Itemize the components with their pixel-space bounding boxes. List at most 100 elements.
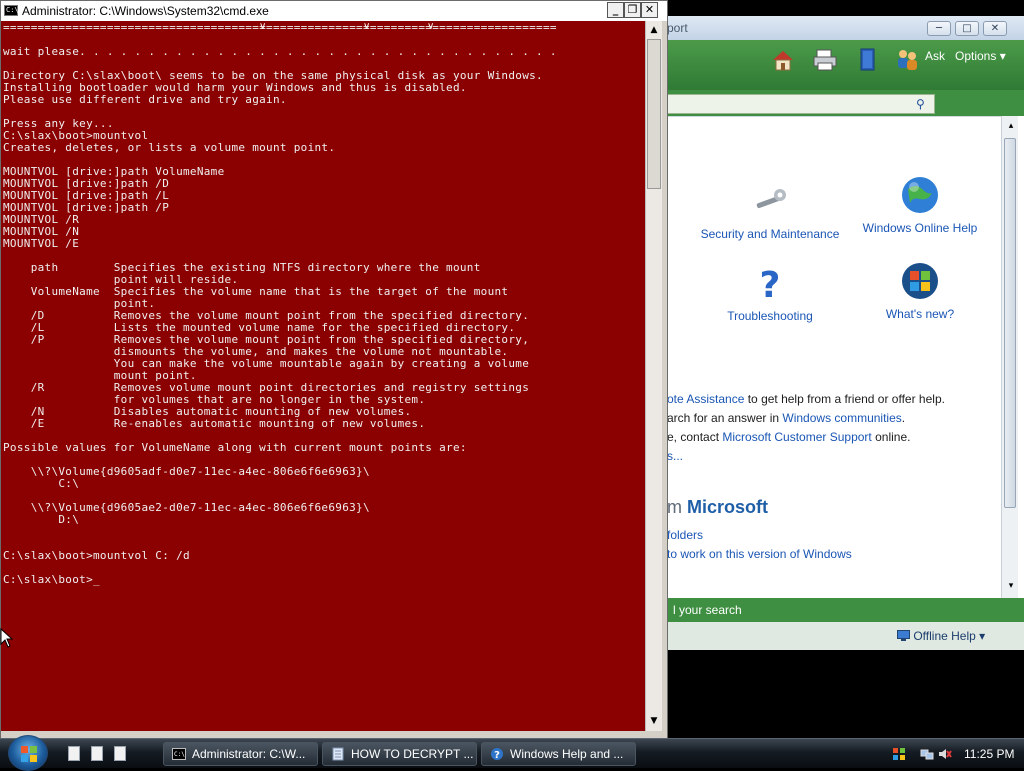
- console-line: D:\: [3, 513, 80, 526]
- help-scroll-thumb[interactable]: [1004, 138, 1016, 508]
- security-center-icon[interactable]: [892, 747, 906, 761]
- help-maximize-button[interactable]: □: [955, 21, 979, 36]
- help-scrollbar[interactable]: ▴ ▾: [1001, 116, 1018, 598]
- chevron-down-icon: ▾: [979, 629, 986, 643]
- system-tray: 11:25 PM: [880, 742, 1024, 766]
- minimize-icon: _: [612, 3, 619, 16]
- taskbar-button-label: HOW TO DECRYPT ...: [351, 747, 474, 761]
- help-line-text: arch for an answer in: [667, 411, 783, 425]
- chevron-down-icon: ▾: [999, 49, 1006, 63]
- heading-text: Microsoft: [687, 497, 769, 517]
- more-support-link[interactable]: s...: [667, 449, 683, 463]
- quicklaunch-document-icon[interactable]: [91, 746, 103, 761]
- console-line: /E Re-enables automatic mounting of new …: [3, 417, 426, 430]
- home-icon[interactable]: [769, 46, 797, 74]
- scroll-down-icon[interactable]: ▼: [647, 713, 661, 729]
- help-content: Security and Maintenance Windows Online …: [667, 116, 1001, 598]
- help-line-remote-assistance: ote Assistance to get help from a friend…: [667, 392, 945, 406]
- options-label: Options: [955, 49, 997, 63]
- help-line-tail: .: [901, 411, 906, 425]
- monitor-icon: [897, 630, 910, 641]
- tile-label: Security and Maintenance: [700, 227, 840, 241]
- tile-security-maintenance[interactable]: Security and Maintenance: [695, 181, 845, 241]
- tile-troubleshooting[interactable]: ? Troubleshooting: [695, 263, 845, 323]
- scroll-up-icon[interactable]: ▲: [647, 22, 661, 38]
- browse-help-icon[interactable]: [853, 46, 881, 74]
- clock[interactable]: 11:25 PM: [964, 747, 1014, 761]
- quicklaunch-document-icon[interactable]: [114, 746, 126, 761]
- svg-text:?: ?: [760, 265, 781, 303]
- help-close-button[interactable]: ✕: [983, 21, 1007, 36]
- mouse-cursor-icon: [0, 628, 14, 648]
- help-line-communities: arch for an answer in Windows communitie…: [667, 411, 905, 425]
- scroll-down-icon[interactable]: ▾: [1004, 578, 1018, 594]
- version-link[interactable]: to work on this version of Windows: [667, 547, 852, 561]
- minimize-icon: ─: [935, 23, 943, 34]
- console-line: \\?\Volume{d9605adf-d0e7-11ec-a4ec-806e6…: [3, 465, 370, 478]
- help-line-more: s...: [667, 449, 683, 463]
- console-line: Possible values for VolumeName along wit…: [3, 441, 467, 454]
- cmd-minimize-button[interactable]: _: [607, 2, 624, 18]
- maximize-icon: ❐: [627, 3, 638, 16]
- taskbar-button-notepad[interactable]: HOW TO DECRYPT ...: [322, 742, 477, 766]
- svg-text:?: ?: [494, 750, 500, 761]
- cmd-window-title: Administrator: C:\Windows\System32\cmd.e…: [22, 4, 269, 18]
- help-search-input[interactable]: [665, 94, 935, 114]
- console-line: Creates, deletes, or lists a volume moun…: [3, 141, 336, 154]
- help-window-title: port: [667, 21, 688, 35]
- globe-icon: [902, 177, 938, 213]
- quicklaunch-document-icon[interactable]: [68, 746, 80, 761]
- console-line: MOUNTVOL /N: [3, 225, 80, 238]
- start-button[interactable]: [8, 735, 48, 771]
- cmd-console[interactable]: ∨ ∨ ∨ ==================================…: [1, 21, 645, 731]
- close-icon: ✕: [644, 3, 655, 16]
- cmd-maximize-button[interactable]: ❐: [624, 2, 641, 18]
- taskbar-button-label: Windows Help and ...: [510, 747, 624, 761]
- options-button[interactable]: Options ▾: [955, 49, 1006, 63]
- console-line: MOUNTVOL /R: [3, 213, 80, 226]
- help-minimize-button[interactable]: ─: [927, 21, 951, 36]
- maximize-icon: □: [962, 23, 972, 34]
- console-line: C:\: [3, 477, 80, 490]
- print-icon[interactable]: [811, 46, 839, 74]
- search-icon[interactable]: ⚲: [916, 97, 925, 111]
- help-icon: ?: [491, 748, 503, 761]
- volume-muted-icon[interactable]: [938, 747, 952, 761]
- ask-button[interactable]: Ask: [925, 49, 945, 63]
- cmd-scrollbar[interactable]: ▲ ▼: [645, 21, 662, 731]
- taskbar-button-label: Administrator: C:\W...: [192, 747, 306, 761]
- tile-label: Troubleshooting: [727, 309, 813, 323]
- help-line-text: e, contact: [667, 430, 723, 444]
- cmd-icon: C:\: [172, 748, 186, 760]
- folders-link[interactable]: folders: [667, 528, 703, 542]
- cmd-close-button[interactable]: ✕: [641, 2, 658, 18]
- wrench-icon: [756, 189, 786, 209]
- windows-logo-icon: [21, 746, 37, 762]
- windows-communities-link[interactable]: Windows communities: [782, 411, 901, 425]
- scroll-up-icon[interactable]: ▴: [1004, 118, 1018, 134]
- console-line: \\?\Volume{d9605ae2-d0e7-11ec-a4ec-806e6…: [3, 501, 370, 514]
- cmd-window[interactable]: C:\ Administrator: C:\Windows\System32\c…: [0, 0, 668, 739]
- taskbar-button-cmd[interactable]: C:\ Administrator: C:\W...: [163, 742, 318, 766]
- cmd-titlebar[interactable]: C:\ Administrator: C:\Windows\System32\c…: [1, 1, 667, 21]
- help-line-version: to work on this version of Windows: [667, 547, 852, 561]
- microsoft-heading: m Microsoft: [667, 497, 768, 518]
- footer-search-text: l your search: [673, 603, 742, 617]
- taskbar: C:\ Administrator: C:\W... HOW TO DECRYP…: [0, 735, 1024, 771]
- tile-label: What's new?: [885, 307, 955, 321]
- heading-prefix: m: [667, 497, 682, 517]
- console-line: MOUNTVOL /E: [3, 237, 80, 250]
- tile-whats-new[interactable]: What's new?: [845, 261, 995, 321]
- taskbar-button-help[interactable]: ? Windows Help and ...: [481, 742, 636, 766]
- tile-windows-online-help[interactable]: Windows Online Help: [845, 175, 995, 235]
- cmd-scroll-thumb[interactable]: [647, 39, 661, 189]
- console-line: C:\slax\boot>_: [3, 573, 100, 586]
- network-icon[interactable]: [920, 747, 934, 761]
- remote-assistance-link[interactable]: ote Assistance: [667, 392, 744, 406]
- windows-logo-icon: [902, 263, 938, 299]
- ask-icon[interactable]: [893, 46, 921, 74]
- customer-support-link[interactable]: Microsoft Customer Support: [722, 430, 871, 444]
- offline-help-button[interactable]: Offline Help ▾: [897, 629, 985, 643]
- console-line: wait please. . . . . . . . . . . . . . .…: [3, 45, 557, 58]
